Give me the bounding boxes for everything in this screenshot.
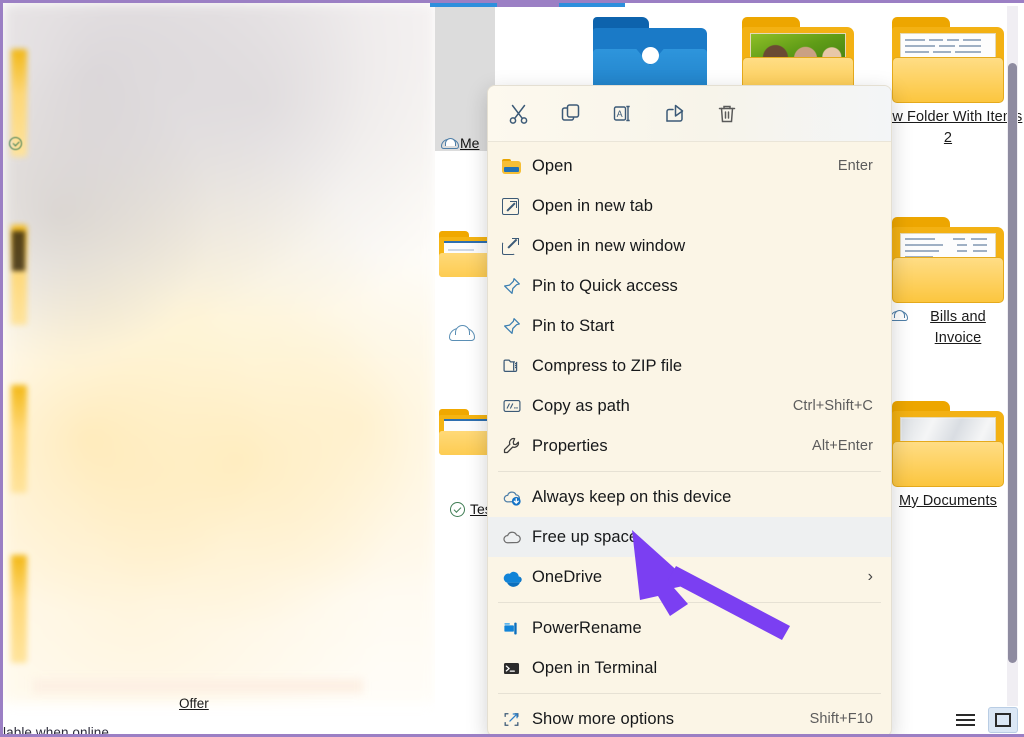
delete-icon[interactable] <box>710 97 744 131</box>
blurred-left-pane <box>3 3 435 703</box>
context-menu-toolbar: A <box>488 86 891 142</box>
blurred-offer-row <box>33 679 363 693</box>
share-icon[interactable] <box>658 97 692 131</box>
copy-as-path-icon <box>502 396 532 416</box>
cloud-icon <box>890 310 908 321</box>
window-top-accent-secondary <box>497 3 559 7</box>
terminal-icon <box>502 659 532 678</box>
file-label-offer[interactable]: Offer <box>179 696 209 711</box>
menu-item-open-in-new-tab[interactable]: Open in new tab <box>488 186 891 226</box>
menu-item-free-up-space[interactable]: Free up space <box>488 517 891 557</box>
rename-icon[interactable]: A <box>606 97 640 131</box>
vertical-scrollbar-thumb[interactable] <box>1008 63 1017 663</box>
synced-status-icon <box>450 502 465 517</box>
open-in-new-tab-icon <box>502 197 532 215</box>
menu-separator <box>498 602 881 603</box>
selected-file-row[interactable] <box>435 3 495 151</box>
menu-separator <box>498 693 881 694</box>
cloud-download-icon <box>502 487 532 508</box>
wrench-icon <box>502 436 532 456</box>
cut-icon[interactable] <box>502 97 536 131</box>
grid-item-label: My Documents <box>899 493 997 509</box>
folder-table-icon <box>892 17 1004 103</box>
grid-item-my-documents[interactable]: My Documents <box>873 401 1023 512</box>
folder-open-icon <box>502 158 532 174</box>
show-more-options-icon <box>502 710 532 729</box>
grid-item-label: New Folder With Items 2 <box>873 109 1023 146</box>
pin-icon <box>502 316 532 336</box>
onedrive-icon <box>502 566 532 588</box>
middle-file-column: Me Tes <box>435 3 495 713</box>
sync-status-icon <box>9 137 22 150</box>
menu-item-properties[interactable]: Properties Alt+Enter <box>488 426 891 466</box>
menu-item-show-more-options[interactable]: Show more options Shift+F10 <box>488 699 891 736</box>
grid-item-bills-and-invoice[interactable]: Bills and Invoice <box>873 217 1023 348</box>
details-view-icon <box>955 711 975 729</box>
grid-item-label: Bills and Invoice <box>930 309 986 346</box>
menu-item-always-keep-on-this-device[interactable]: Always keep on this device <box>488 477 891 517</box>
svg-text:A: A <box>617 109 623 119</box>
menu-item-pin-to-start[interactable]: Pin to Start <box>488 306 891 346</box>
menu-item-open[interactable]: Open Enter <box>488 146 891 186</box>
blurred-thumbnail <box>12 231 25 271</box>
powerrename-icon <box>502 619 532 638</box>
folder-paper-icon <box>892 401 1004 487</box>
large-icons-view-icon <box>995 713 1011 727</box>
menu-separator <box>498 471 881 472</box>
menu-item-open-in-terminal[interactable]: Open in Terminal <box>488 648 891 688</box>
large-icons-view-button[interactable] <box>988 707 1018 733</box>
cloud-outline-icon <box>502 527 532 548</box>
chevron-right-icon: › <box>867 568 873 585</box>
blurred-folder-edge <box>11 555 27 663</box>
context-menu: A Open Enter Open in new tab Open in new… <box>487 85 892 737</box>
copy-icon[interactable] <box>554 97 588 131</box>
menu-item-pin-to-quick-access[interactable]: Pin to Quick access <box>488 266 891 306</box>
menu-item-compress-to-zip-file[interactable]: Compress to ZIP file <box>488 346 891 386</box>
menu-item-open-in-new-window[interactable]: Open in new window <box>488 226 891 266</box>
cloud-icon <box>441 137 459 149</box>
context-menu-items: Open Enter Open in new tab Open in new w… <box>488 142 891 736</box>
page-border-left <box>0 0 3 737</box>
cloud-only-status-icon <box>449 325 475 341</box>
grid-item-new-folder-with-items-2[interactable]: New Folder With Items 2 <box>873 17 1023 148</box>
menu-item-onedrive[interactable]: OneDrive › <box>488 557 891 597</box>
pin-icon <box>502 276 532 296</box>
blurred-folder-edge <box>11 385 27 493</box>
open-in-new-window-icon <box>502 237 532 255</box>
page-border-top <box>0 0 1024 3</box>
folder-table-icon <box>892 217 1004 303</box>
zip-icon <box>502 356 532 376</box>
details-view-button[interactable] <box>950 707 980 733</box>
middle-selected-file-label[interactable]: Me <box>441 135 479 151</box>
menu-item-copy-as-path[interactable]: Copy as path Ctrl+Shift+C <box>488 386 891 426</box>
screenshot-root: Offer lable when online Me Tes New Folde… <box>0 0 1024 737</box>
menu-item-powerrename[interactable]: PowerRename <box>488 608 891 648</box>
view-mode-toggles <box>950 707 1018 733</box>
